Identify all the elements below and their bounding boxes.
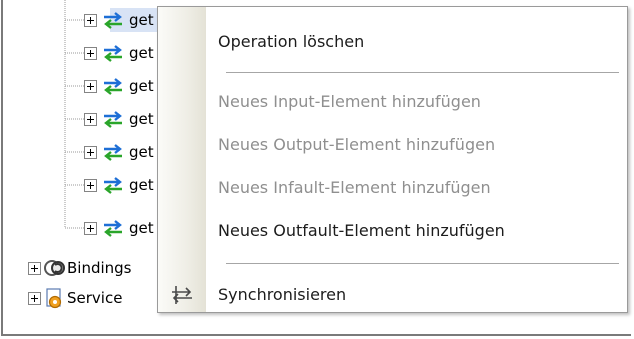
operation-icon [102,42,124,64]
tree-node-service[interactable]: Service [28,286,122,310]
menu-item-synchronize[interactable]: Synchronisieren [218,285,346,304]
operation-icon [102,108,124,130]
expand-icon[interactable] [84,145,97,159]
menu-item-add-input-element[interactable]: Neues Input-Element hinzufügen [218,92,481,111]
operation-label: get [129,219,154,237]
bindings-label: Bindings [67,259,132,277]
menu-item-add-output-element[interactable]: Neues Output-Element hinzufügen [218,135,495,154]
tree-node-operation[interactable]: get [84,140,154,164]
tree-node-operation[interactable]: get [84,107,154,131]
tree-node-operation[interactable]: get [84,8,154,32]
expand-icon[interactable] [28,291,41,305]
operation-icon [102,9,124,31]
operation-label: get [129,143,154,161]
menu-separator [226,263,619,264]
operation-icon [102,217,124,239]
synchronize-icon [170,283,194,307]
operation-icon [102,141,124,163]
menu-icon-gutter [158,7,206,312]
context-menu: Operation löschen Neues Input-Element hi… [157,6,628,313]
expand-icon[interactable] [84,46,97,60]
expand-icon[interactable] [28,261,41,275]
tree-node-bindings[interactable]: Bindings [28,256,132,280]
menu-item-add-outfault-element[interactable]: Neues Outfault-Element hinzufügen [218,221,505,240]
tree-node-operation[interactable]: get [84,74,154,98]
operation-icon [102,174,124,196]
operation-label: get [129,44,154,62]
menu-item-delete-operation[interactable]: Operation löschen [218,32,364,51]
service-label: Service [67,289,123,307]
operation-label: get [129,11,154,29]
menu-separator [226,72,619,73]
expand-icon[interactable] [84,221,97,235]
expand-icon[interactable] [84,112,97,126]
tree-node-operation[interactable]: get [84,173,154,197]
tree-node-operation[interactable]: get [84,216,154,240]
tree-node-operation[interactable]: get [84,41,154,65]
expand-icon[interactable] [84,178,97,192]
operation-label: get [129,110,154,128]
expand-icon[interactable] [84,79,97,93]
operation-label: get [129,77,154,95]
operation-icon [102,75,124,97]
menu-item-add-infault-element[interactable]: Neues Infault-Element hinzufügen [218,178,491,197]
bindings-icon [44,257,66,279]
service-icon [44,287,66,309]
operation-label: get [129,176,154,194]
expand-icon[interactable] [84,13,97,27]
